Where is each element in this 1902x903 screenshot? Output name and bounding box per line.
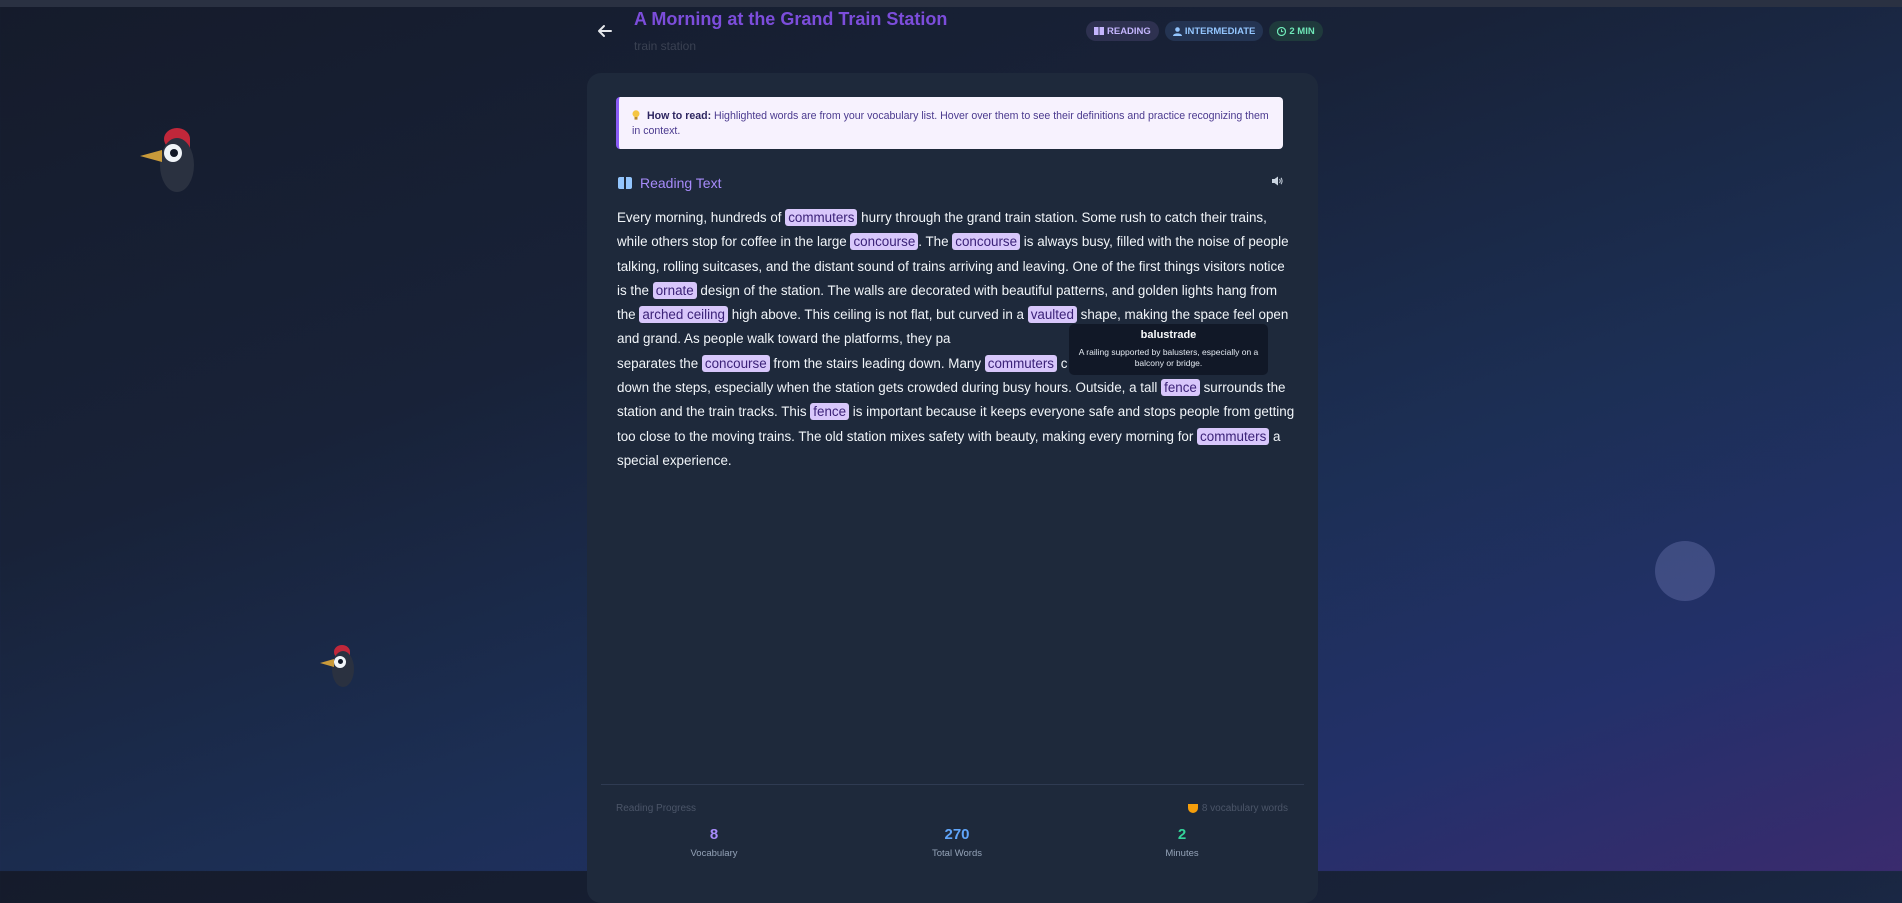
user-icon [1172,26,1182,36]
reading-text-header: Reading Text [618,175,721,191]
passage-text: c [1057,355,1068,371]
vocab-word-commuters[interactable]: commuters [785,209,858,226]
stat-minutes: 2 Minutes [1122,826,1242,859]
vocab-word-concourse[interactable]: concourse [701,354,770,372]
passage-text: high above. This ceiling is not flat, bu… [727,307,1028,323]
level-badge: INTERMEDIATE [1164,21,1264,41]
passage-text: from the stairs leading down. Many [769,355,985,371]
passage-text: down the steps, especially when the stat… [617,380,1162,396]
lightbulb-icon [632,110,640,120]
vocab-word-vaulted[interactable]: vaulted [1027,306,1077,324]
badge-group: READING INTERMEDIATE 2 MIN [1086,21,1323,41]
vocab-word-arched-ceiling[interactable]: arched ceiling [639,306,728,324]
vocab-summary: 8 vocabulary words [1187,803,1288,814]
progress-divider [601,784,1304,785]
back-button[interactable] [594,20,616,42]
speaker-icon [1272,176,1283,186]
how-to-read-text: Highlighted words are from your vocabula… [632,110,1269,137]
reading-progress-label: Reading Progress [616,803,697,814]
window-top-strip [0,0,1902,7]
arrow-left-icon [598,25,612,37]
woodpecker-mascot-small-icon [318,645,358,691]
stat-value: 2 [1177,826,1187,843]
vocab-word-commuters[interactable]: commuters [984,354,1057,372]
read-aloud-button[interactable] [1270,174,1284,188]
time-badge-label: 2 MIN [1289,25,1315,37]
vocab-word-concourse[interactable]: concourse [952,233,1021,251]
page-title: A Morning at the Grand Train Station [634,9,948,29]
stat-vocabulary: 8 Vocabulary [654,826,774,859]
passage-text: . The [918,234,953,250]
vocab-word-ornate[interactable]: ornate [652,281,697,299]
tooltip-word: balustrade [1140,329,1197,341]
vocab-word-fence[interactable]: fence [810,403,850,421]
stat-label: Total Words [932,848,982,859]
stat-total-words: 270 Total Words [897,826,1017,859]
passage-text: separates the [617,355,702,371]
reading-card: How to read: Highlighted words are from … [587,73,1318,903]
book-open-icon [1094,27,1104,35]
how-to-read-tip: How to read: Highlighted words are from … [616,97,1283,149]
reading-badge-label: READING [1107,25,1151,37]
vocab-word-commuters[interactable]: commuters [1197,427,1270,445]
level-badge-label: INTERMEDIATE [1184,25,1256,37]
woodpecker-mascot-icon [140,128,200,198]
vocab-summary-text: 8 vocabulary words [1201,803,1288,814]
stat-label: Minutes [1165,848,1199,859]
vocab-word-concourse[interactable]: concourse [850,233,919,251]
tooltip-definition: A railing supported by balusters, especi… [1078,347,1259,368]
reading-badge: READING [1086,21,1159,41]
stat-label: Vocabulary [690,848,738,859]
stat-value: 8 [709,826,719,843]
vocab-word-fence[interactable]: fence [1161,379,1200,397]
clock-icon [1277,26,1287,36]
book-icon [618,177,632,189]
passage-text: Every morning, hundreds of [617,210,786,225]
page-subtitle: train station [634,39,697,53]
time-badge: 2 MIN [1269,21,1323,41]
decorative-bubble [1655,541,1715,601]
trophy-icon [1187,804,1198,813]
definition-tooltip: balustrade A railing supported by balust… [1069,324,1268,375]
section-title: Reading Text [640,175,722,191]
how-to-read-label: How to read: [646,110,712,122]
stat-value: 270 [944,826,970,843]
